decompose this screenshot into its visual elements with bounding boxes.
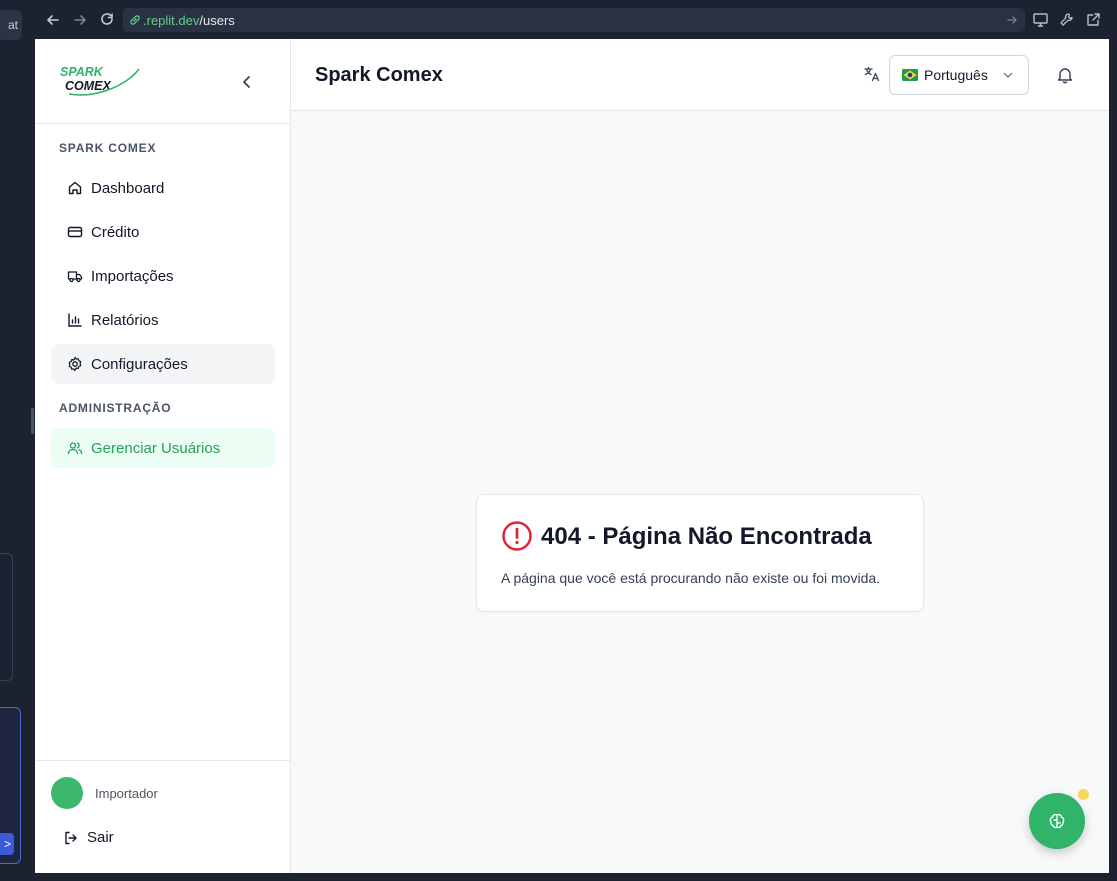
sidebar-item-label: Importações bbox=[91, 267, 174, 285]
page-title: Spark Comex bbox=[315, 64, 443, 86]
url-host: .replit.dev bbox=[143, 13, 200, 28]
bell-icon[interactable] bbox=[1057, 66, 1073, 84]
credit-card-icon bbox=[67, 226, 83, 238]
reload-icon[interactable] bbox=[97, 10, 117, 30]
spark-comex-logo[interactable]: SPARK COMEX bbox=[59, 63, 141, 97]
monitor-icon[interactable] bbox=[1032, 11, 1049, 28]
error-description: A página que você está procurando não ex… bbox=[501, 570, 881, 586]
user-role: Importador bbox=[95, 786, 158, 801]
send-icon[interactable]: > bbox=[0, 833, 14, 855]
ide-tab-chip[interactable]: at bbox=[0, 10, 22, 40]
truck-icon bbox=[67, 271, 83, 283]
app-window: SPARK COMEX SPARK COMEX Dashboard Crédit… bbox=[35, 39, 1109, 873]
users-icon bbox=[67, 442, 83, 455]
go-arrow-icon[interactable] bbox=[1005, 13, 1019, 27]
sidebar-footer: Importador Sair bbox=[35, 760, 291, 873]
brain-icon bbox=[1049, 813, 1065, 829]
alert-circle-icon bbox=[502, 521, 532, 551]
error-title: 404 - Página Não Encontrada bbox=[541, 523, 872, 550]
notification-dot bbox=[1078, 789, 1089, 800]
bar-chart-icon bbox=[68, 313, 82, 327]
link-icon bbox=[130, 15, 140, 25]
svg-text:SPARK: SPARK bbox=[60, 65, 104, 79]
sidebar-item-gerenciar-usuarios[interactable]: Gerenciar Usuários bbox=[51, 428, 275, 468]
avatar[interactable] bbox=[51, 777, 83, 809]
url-text: .replit.dev/users bbox=[143, 13, 235, 28]
logout-label: Sair bbox=[87, 829, 114, 846]
ide-panel: at > bbox=[0, 0, 35, 881]
forward-arrow-icon[interactable] bbox=[70, 10, 90, 30]
assistant-fab-button[interactable] bbox=[1029, 793, 1085, 849]
header: Spark Comex Português bbox=[291, 39, 1109, 111]
url-path: /users bbox=[199, 13, 235, 28]
sidebar-item-label: Gerenciar Usuários bbox=[91, 439, 221, 457]
external-link-icon[interactable] bbox=[1085, 11, 1102, 28]
logout-icon bbox=[65, 831, 77, 844]
back-arrow-icon[interactable] bbox=[43, 10, 63, 30]
logo-area: SPARK COMEX bbox=[35, 39, 291, 124]
sidebar-item-credito[interactable]: Crédito bbox=[51, 212, 275, 252]
not-found-card: 404 - Página Não Encontrada A página que… bbox=[476, 494, 924, 612]
wrench-icon[interactable] bbox=[1058, 11, 1075, 28]
language-select[interactable]: Português bbox=[889, 55, 1029, 95]
chevron-down-icon bbox=[1003, 72, 1013, 78]
sidebar-item-importacoes[interactable]: Importações bbox=[51, 256, 275, 296]
language-label: Português bbox=[924, 67, 988, 83]
sidebar: SPARK COMEX SPARK COMEX Dashboard Crédit… bbox=[35, 39, 291, 873]
chevron-left-icon[interactable] bbox=[237, 72, 257, 92]
section-label-spark-comex: SPARK COMEX bbox=[59, 141, 157, 155]
gear-icon bbox=[68, 356, 82, 372]
logout-button[interactable]: Sair bbox=[63, 829, 114, 846]
brazil-flag-icon bbox=[902, 69, 918, 81]
url-bar[interactable]: .replit.dev/users bbox=[123, 8, 1025, 32]
sidebar-item-label: Dashboard bbox=[91, 179, 165, 197]
browser-toolbar: .replit.dev/users bbox=[35, 0, 1117, 39]
ide-panel-box bbox=[0, 553, 13, 681]
sidebar-item-configuracoes[interactable]: Configurações bbox=[51, 344, 275, 384]
sidebar-item-label: Configurações bbox=[91, 355, 188, 373]
sidebar-item-label: Relatórios bbox=[91, 311, 159, 329]
sidebar-item-relatorios[interactable]: Relatórios bbox=[51, 300, 275, 340]
sidebar-item-label: Crédito bbox=[91, 223, 140, 241]
home-icon bbox=[68, 181, 82, 195]
section-label-administracao: ADMINISTRAÇÃO bbox=[59, 401, 172, 415]
panel-resize-handle[interactable] bbox=[31, 408, 34, 434]
sidebar-item-dashboard[interactable]: Dashboard bbox=[51, 168, 275, 208]
translate-icon bbox=[864, 66, 880, 82]
